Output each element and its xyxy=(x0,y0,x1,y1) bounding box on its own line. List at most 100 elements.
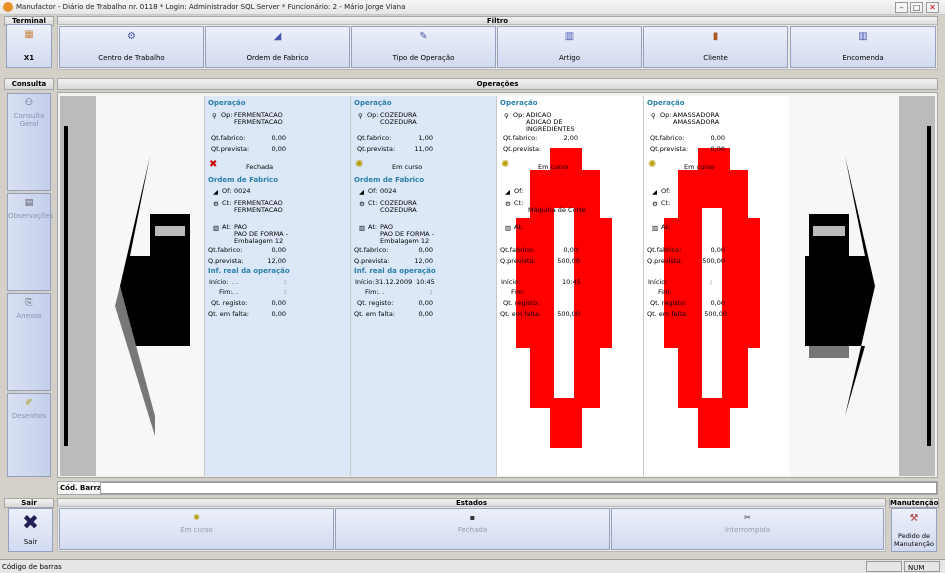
scroll-left-button[interactable] xyxy=(60,96,204,476)
op-label: Op: xyxy=(221,111,233,119)
filter-operation-type-button[interactable]: ✎ Tipo de Operação xyxy=(351,26,496,68)
filter-work-center-button[interactable]: ⚙ Centro de Trabalho xyxy=(59,26,204,68)
at-value: Embalagem 12 xyxy=(380,237,430,245)
op-label: Op: xyxy=(660,111,672,119)
barcode-icon: ▥ xyxy=(505,224,512,232)
sair-header: Sair xyxy=(4,498,54,508)
qt-falta-label: Qt. em falta: xyxy=(208,310,249,318)
q-fabrico-label: Qt.fabrico: xyxy=(500,246,535,254)
operacao-heading: Operação xyxy=(208,99,246,107)
q-fabrico-value: 0,00 xyxy=(418,246,433,254)
ordem-heading: Ordem de Fabrico xyxy=(354,176,425,184)
ordem-heading: Ordem de Fabrico xyxy=(208,176,279,184)
qt-prevista-label: Qt.prevista: xyxy=(503,145,542,153)
ct-label: Ct: xyxy=(222,199,232,207)
state-in-progress-button[interactable]: ✺ Em curso xyxy=(59,508,334,550)
inicio-label: Início: xyxy=(501,278,521,286)
workcenter-icon: ⚙ xyxy=(652,200,658,208)
of-value: 0024 xyxy=(234,187,251,195)
workcenter-icon: ⚙ xyxy=(127,31,136,42)
filter-order-request-button[interactable]: ▥ Encomenda xyxy=(790,26,936,68)
operation-card-2[interactable] xyxy=(350,96,496,476)
scroll-right-button[interactable] xyxy=(789,96,935,476)
minimize-button[interactable]: – xyxy=(895,2,908,13)
q-fabrico-value: 0,00 xyxy=(710,246,725,254)
fim-value: . . xyxy=(378,288,385,296)
filter-order-button[interactable]: ◢ Ordem de Fabrico xyxy=(205,26,350,68)
qt-fabrico-value: 2,00 xyxy=(563,134,578,142)
window-title: Manufactor - Diário de Trabalho nr. 0118… xyxy=(16,3,406,11)
qt-fabrico-label: Qt.fabrico: xyxy=(503,134,538,142)
filter-article-button[interactable]: ▥ Artigo xyxy=(497,26,642,68)
maximize-button[interactable]: □ xyxy=(910,2,923,13)
notes-icon: ▤ xyxy=(24,198,34,208)
order-icon: ◢ xyxy=(505,188,510,196)
qt-prevista-label: Qt.prevista: xyxy=(650,145,689,153)
sair-button[interactable]: ✖ Sair xyxy=(8,508,53,552)
inf-heading: Inf. real da operação xyxy=(208,267,290,275)
barcode-bar: Cód. Barras xyxy=(57,481,938,495)
qt-registo-value: 0,00 xyxy=(271,299,286,307)
qt-registo-value: 0,00 xyxy=(710,299,725,307)
close-button[interactable]: ✕ xyxy=(926,2,939,13)
ct-label: Ct: xyxy=(368,199,378,207)
barcode-input[interactable] xyxy=(100,482,937,494)
inicio-time: 10:45 xyxy=(416,278,435,286)
tools-icon: ⚒ xyxy=(909,513,919,524)
estado-value: Fechada xyxy=(246,163,274,171)
inicio-value: 31.12.2009 xyxy=(375,278,413,286)
filter-client-button[interactable]: ▮ Cliente xyxy=(643,26,788,68)
desenhos-button[interactable]: ✐ Desenhos xyxy=(7,393,51,477)
op-value: FERMENTACAO xyxy=(234,118,283,126)
state-label: Em curso xyxy=(180,526,213,534)
inicio-label: Início: xyxy=(648,278,668,286)
order-icon: ◢ xyxy=(359,188,364,196)
q-prevista-value: 12,00 xyxy=(267,257,286,265)
title-bar: Manufactor - Diário de Trabalho nr. 0118… xyxy=(0,0,945,15)
q-prevista-label: Q.prevista: xyxy=(208,257,244,265)
status-bar: Código de barras NUM xyxy=(0,559,945,573)
terminal-button[interactable]: ▦ X1 xyxy=(6,24,52,68)
qt-falta-value: 500,00 xyxy=(557,310,580,318)
red-zero-overlay xyxy=(664,148,760,448)
inicio-value: . . xyxy=(232,278,239,286)
state-interrupted-button[interactable]: ✂ Interrompida xyxy=(611,508,884,550)
qt-fabrico-value: 1,00 xyxy=(418,134,433,142)
operation-card-1[interactable] xyxy=(204,96,350,476)
filter-label: Tipo de Operação xyxy=(392,54,455,62)
consulta-geral-button[interactable]: ⚇ Consulta Geral xyxy=(7,93,51,191)
inicio-label: Início: xyxy=(355,278,375,286)
operacao-heading: Operação xyxy=(500,99,538,107)
qt-prevista-value: 0,00 xyxy=(710,145,725,153)
qt-prevista-label: Qt.prevista: xyxy=(211,145,250,153)
at-value: Embalagem 12 xyxy=(234,237,284,245)
operacao-heading: Operação xyxy=(354,99,392,107)
q-fabrico-value: 0,00 xyxy=(563,246,578,254)
operacoes-header: Operações xyxy=(57,78,938,90)
barcode-icon: ▥ xyxy=(359,224,366,232)
qt-prevista-label: Qt.prevista: xyxy=(357,145,396,153)
op-label: Op: xyxy=(367,111,379,119)
red-zero-overlay xyxy=(516,148,612,448)
anexos-button[interactable]: ⎘ Anexos xyxy=(7,293,51,391)
of-label: Of: xyxy=(222,187,232,195)
inicio-label: Início: xyxy=(209,278,229,286)
observacoes-button[interactable]: ▤ Observações xyxy=(7,193,53,291)
manutencao-header: Manutenção xyxy=(889,498,939,508)
consulta-header: Consulta xyxy=(4,78,54,90)
wrench-icon: ⚲ xyxy=(504,112,509,120)
scissors-icon: ✂ xyxy=(744,513,751,522)
status-text: Código de barras xyxy=(2,563,62,571)
maintenance-request-button[interactable]: ⚒ Pedido de Manutenção xyxy=(891,508,937,552)
filter-label: Ordem de Fabrico xyxy=(246,54,309,62)
q-prevista-value: 12,00 xyxy=(414,257,433,265)
state-closed-button[interactable]: ▪ Fechada xyxy=(335,508,610,550)
op-value: INGREDIENTES xyxy=(526,125,575,133)
estado-value: Em curso xyxy=(392,163,423,171)
fim-time: : xyxy=(284,288,287,296)
workcenter-icon: ⚙ xyxy=(505,200,511,208)
q-fabrico-label: Qt.fabrico: xyxy=(354,246,389,254)
filter-label: Cliente xyxy=(703,54,728,62)
op-label: Op: xyxy=(513,111,525,119)
state-label: Fechada xyxy=(457,526,488,534)
